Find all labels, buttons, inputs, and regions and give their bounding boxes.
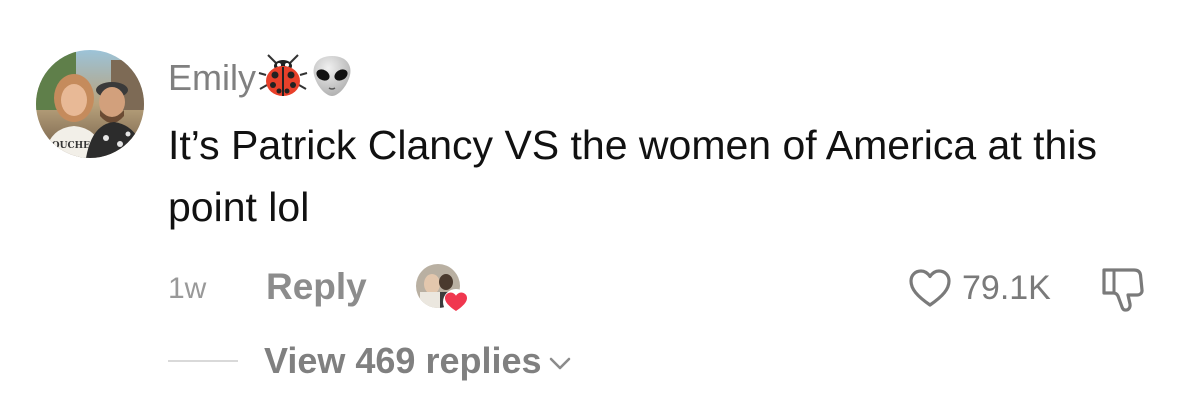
view-replies-label: View 469 replies [264,340,542,381]
view-replies-row: View 469 replies [168,336,572,386]
username-row: Emily [168,52,354,104]
comment-item: DOUCHE Emily It’s Patrick Clancy VS the … [0,0,1200,417]
heart-badge-icon [443,289,469,315]
chevron-down-icon [549,357,570,370]
svg-text:DOUCHE: DOUCHE [44,141,90,151]
timestamp: 1w [168,272,207,305]
comment-text: It’s Patrick Clancy VS the women of Amer… [168,122,1097,230]
thumbs-down-icon [1102,268,1144,312]
alien-icon [310,53,354,104]
heart-outline-icon [909,269,951,307]
ladybug-icon [258,53,308,104]
user-avatar[interactable]: DOUCHE [36,50,144,158]
view-replies-button[interactable]: View 469 replies [264,340,572,382]
like-button[interactable]: 79.1K [908,266,1051,310]
dislike-button[interactable] [1100,264,1152,314]
username[interactable]: Emily [168,60,256,96]
comment-actions: 1w Reply 79.1K [168,262,1178,315]
like-count: 79.1K [962,268,1051,307]
reply-button[interactable]: Reply [266,266,367,308]
avatar-photo: DOUCHE [36,50,144,158]
creator-liked-badge [414,262,470,318]
replies-divider [168,360,238,362]
